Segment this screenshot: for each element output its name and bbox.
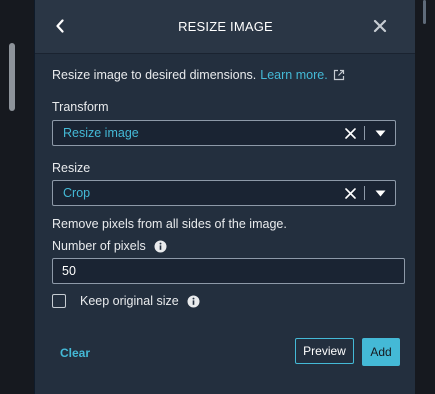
keep-size-checkbox[interactable] [52,294,66,308]
pixels-label: Number of pixels [52,239,146,253]
close-icon [344,187,356,199]
background-right [415,0,435,394]
transform-dropdown-button[interactable] [365,121,395,145]
keep-size-row: Keep original size [52,294,200,308]
panel-title: RESIZE IMAGE [178,19,273,34]
preview-button[interactable]: Preview [295,338,354,364]
resize-image-panel: RESIZE IMAGE Resize image to desired dim… [34,0,416,394]
resize-helper-text: Remove pixels from all sides of the imag… [52,217,287,231]
background-left [0,0,34,394]
resize-dropdown-button[interactable] [365,181,395,205]
external-link-icon[interactable] [333,69,345,81]
info-icon[interactable] [154,240,167,253]
right-scrollbar[interactable] [423,0,426,24]
transform-label: Transform [52,100,109,114]
pixels-input[interactable] [52,258,405,284]
caret-down-icon [375,190,386,197]
close-icon [344,127,356,139]
close-icon [373,19,387,33]
pixels-label-row: Number of pixels [52,239,167,253]
resize-select-value: Crop [63,186,91,200]
resize-select[interactable]: Crop [52,180,396,206]
caret-down-icon [375,130,386,137]
close-button[interactable] [370,16,390,36]
learn-more-link[interactable]: Learn more. [260,68,327,82]
panel-header: RESIZE IMAGE [35,0,416,54]
clear-button[interactable]: Clear [60,346,90,360]
transform-clear-button[interactable] [336,121,364,145]
panel-footer: Clear Preview Add [35,338,416,368]
description: Resize image to desired dimensions. Lear… [52,68,345,82]
keep-size-label: Keep original size [80,294,179,308]
transform-select-value: Resize image [63,126,139,140]
add-button[interactable]: Add [362,338,400,366]
left-scrollbar[interactable] [9,43,15,111]
info-icon[interactable] [187,295,200,308]
resize-clear-button[interactable] [336,181,364,205]
transform-select[interactable]: Resize image [52,120,396,146]
description-text: Resize image to desired dimensions. [52,68,257,82]
resize-label: Resize [52,161,91,175]
